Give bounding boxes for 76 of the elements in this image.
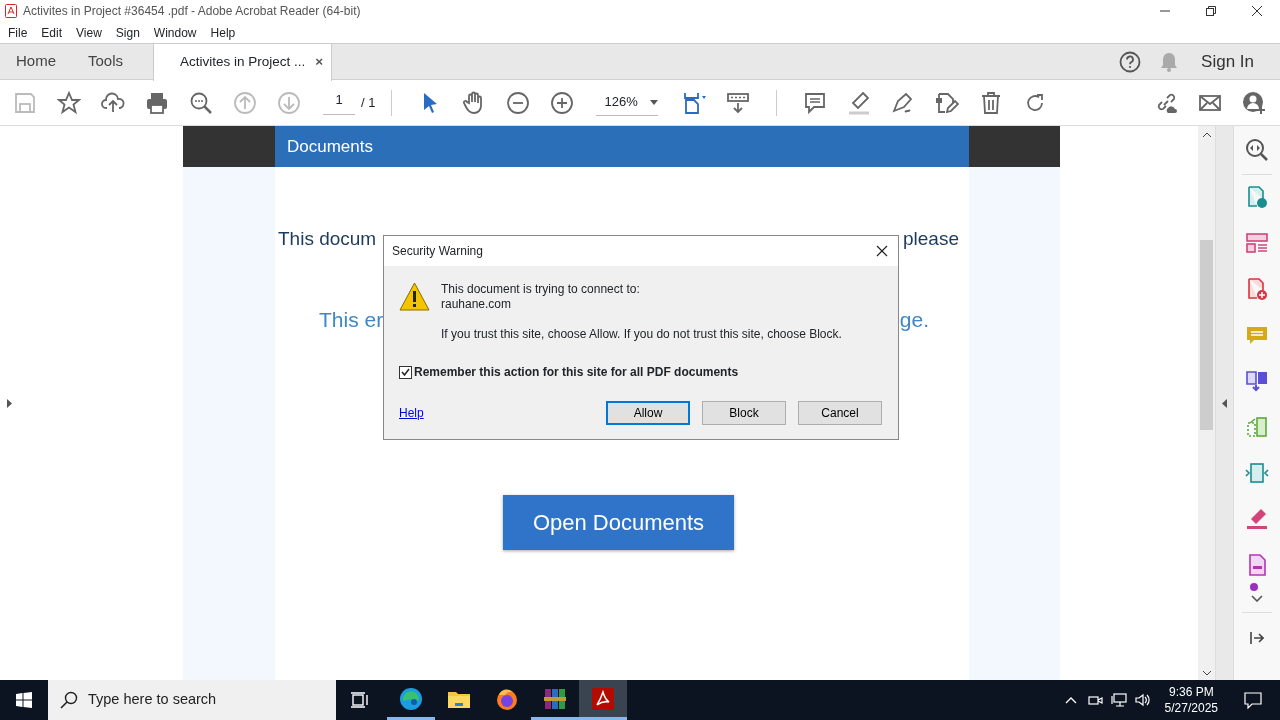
open-documents-button[interactable]: Open Documents xyxy=(503,495,734,550)
close-icon[interactable] xyxy=(876,245,888,257)
dialog-button[interactable]: Allow xyxy=(606,401,690,425)
edge-icon xyxy=(399,686,423,711)
clock[interactable]: 9:36 PM 5/27/2025 xyxy=(1164,684,1218,716)
menu-item[interactable]: Sign xyxy=(108,23,147,42)
document-text: This er xyxy=(319,306,384,333)
tab-close-button[interactable]: × xyxy=(315,51,324,73)
document-tab[interactable]: Activites in Project ... × xyxy=(153,43,333,81)
add-user-icon[interactable] xyxy=(1242,90,1266,115)
star-icon[interactable] xyxy=(57,90,81,115)
restore-icon[interactable] xyxy=(1205,5,1217,17)
comment-icon[interactable] xyxy=(803,90,828,115)
export-pdf-icon[interactable] xyxy=(1245,185,1269,209)
page-number-field[interactable]: 1 xyxy=(323,90,355,115)
collapse-pane-icon[interactable] xyxy=(1222,398,1227,408)
zoom-in-icon[interactable] xyxy=(550,90,575,115)
window-title: Activites in Project #36454 .pdf - Adobe Acrobat Reader (64-bit) xyxy=(23,3,361,20)
zoom-out-icon[interactable] xyxy=(506,90,531,115)
chevron-down-icon[interactable] xyxy=(1251,595,1263,602)
cloud-upload-icon[interactable] xyxy=(101,90,125,115)
scrollbar-thumb[interactable] xyxy=(1200,240,1213,430)
create-pdf-icon[interactable] xyxy=(1245,277,1269,301)
task-view-icon[interactable] xyxy=(351,692,369,708)
help-link[interactable]: Help xyxy=(399,404,424,422)
acrobat-icon xyxy=(591,686,615,711)
archive-books-icon xyxy=(543,686,567,711)
scroll-mode-icon[interactable] xyxy=(726,90,751,115)
dialog-title: Security Warning xyxy=(392,243,483,260)
tab[interactable]: Tools xyxy=(72,50,140,73)
layout-icon[interactable] xyxy=(1245,231,1269,255)
check-icon xyxy=(401,368,410,376)
zoom-search-icon[interactable] xyxy=(189,90,213,115)
scroll-down-icon[interactable] xyxy=(1202,671,1211,676)
help-icon[interactable] xyxy=(1119,50,1142,73)
tab[interactable]: Home xyxy=(0,50,72,73)
search-icon[interactable] xyxy=(1245,138,1269,162)
page-total: / 1 xyxy=(361,93,376,112)
menu-item[interactable]: Window xyxy=(146,23,204,42)
edit-document-icon[interactable] xyxy=(935,90,960,115)
document-text: ge. xyxy=(899,306,929,333)
search-icon xyxy=(60,691,78,709)
menu-item[interactable]: Help xyxy=(203,23,243,42)
fit-page-icon[interactable] xyxy=(682,90,707,115)
sign-in-link[interactable]: Sign In xyxy=(1201,48,1254,75)
menu-item[interactable]: File xyxy=(1,23,35,42)
caret-icon xyxy=(650,99,659,105)
search-field[interactable]: Type here to search xyxy=(48,680,336,720)
taskbar-app[interactable] xyxy=(579,680,627,720)
fill-sign-icon[interactable] xyxy=(1245,507,1269,531)
document-text: please xyxy=(903,227,959,251)
notification-icon[interactable] xyxy=(1244,691,1262,709)
close-icon[interactable] xyxy=(1251,5,1263,17)
warning-icon xyxy=(399,282,430,311)
site-address: rauhane.com xyxy=(441,297,513,312)
zoom-dropdown[interactable]: 126% xyxy=(596,89,659,116)
compress-pdf-icon[interactable] xyxy=(1245,461,1269,485)
document-header: Documents xyxy=(275,126,969,167)
acrobat-icon xyxy=(5,4,17,18)
print-icon[interactable] xyxy=(145,90,169,115)
dialog-button[interactable]: Block xyxy=(702,401,786,425)
expand-arrow-icon[interactable] xyxy=(6,398,12,408)
collapse-panel-icon[interactable] xyxy=(1250,631,1264,645)
combine-files-icon[interactable] xyxy=(1245,369,1269,393)
dialog-message: This document is trying to connect to: xyxy=(441,282,641,297)
scroll-up-icon[interactable] xyxy=(1202,132,1211,137)
dialog-message: If you trust this site, choose Allow. If you do not trust this site, choose Block. xyxy=(441,327,842,342)
volume-icon[interactable] xyxy=(1134,692,1151,708)
document-text: This docum xyxy=(278,227,377,251)
network-icon[interactable] xyxy=(1110,692,1127,708)
dialog-button[interactable]: Cancel xyxy=(798,401,882,425)
menu-item[interactable]: Edit xyxy=(34,23,70,42)
menu-item[interactable]: View xyxy=(69,23,109,42)
windows-start-icon[interactable] xyxy=(16,692,32,708)
remember-checkbox[interactable]: Remember this action for this site for all PDF documents xyxy=(399,363,898,381)
highlighter-icon[interactable] xyxy=(847,90,872,115)
